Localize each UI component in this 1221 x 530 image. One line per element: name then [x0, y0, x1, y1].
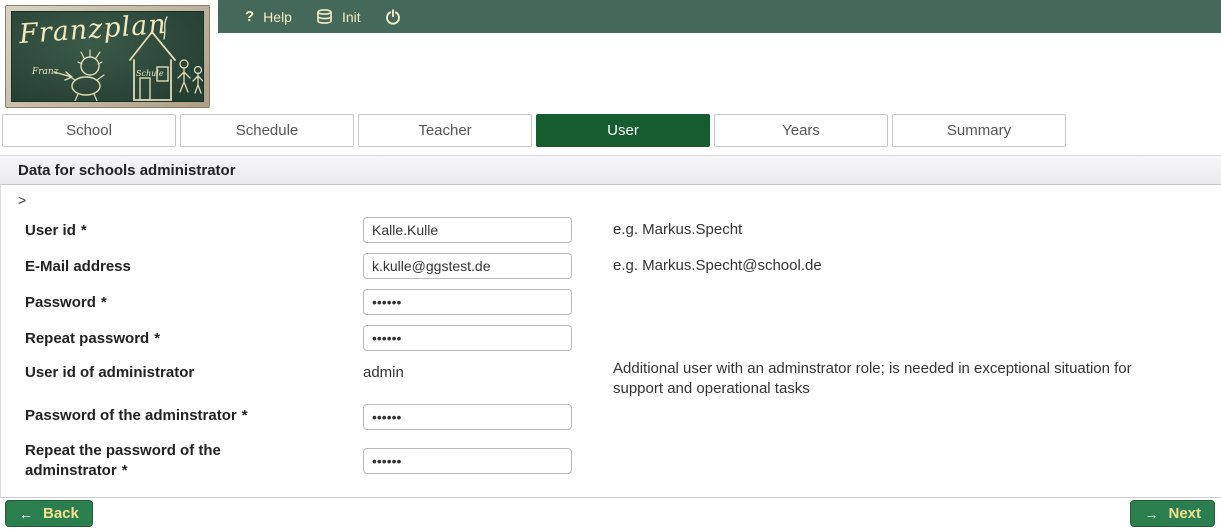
field-label-email: E-Mail address	[25, 257, 325, 277]
password-input[interactable]	[363, 289, 572, 315]
main-tabs: School Schedule Teacher User Years Summa…	[2, 114, 1066, 147]
admin-password-input[interactable]	[363, 404, 572, 430]
back-button[interactable]: ← Back	[5, 500, 93, 527]
field-label-repeat-password: Repeat password*	[25, 329, 325, 349]
content-left-border	[0, 185, 1, 497]
section-header: Data for schools administrator	[0, 155, 1221, 185]
admin-user-hint: Additional user with an adminstrator rol…	[613, 359, 1183, 399]
database-icon[interactable]	[316, 9, 333, 25]
back-arrow-icon: ←	[19, 506, 33, 522]
field-label-user-id: User id*	[25, 221, 325, 241]
footer-divider	[0, 497, 1221, 498]
tab-years[interactable]: Years	[714, 114, 888, 147]
required-mark: *	[154, 330, 160, 347]
house-roof	[130, 32, 175, 60]
franz-label: Franz	[31, 67, 59, 77]
required-mark: *	[81, 222, 87, 239]
help-icon[interactable]: ?	[245, 8, 254, 25]
required-mark: *	[101, 294, 107, 311]
email-input[interactable]	[363, 253, 572, 279]
repeat-password-input[interactable]	[363, 325, 572, 351]
repeat-admin-password-input[interactable]	[363, 448, 572, 474]
tab-teacher[interactable]: Teacher	[358, 114, 532, 147]
house-door	[140, 78, 150, 100]
field-label-password: Password*	[25, 293, 325, 313]
field-label-repeat-admin-password: Repeat the password of the adminstrator*	[25, 441, 325, 481]
user-id-input[interactable]	[363, 217, 572, 243]
user-id-hint: e.g. Markus.Specht	[613, 220, 1183, 240]
init-menu-item[interactable]: Init	[342, 9, 361, 25]
tab-schedule[interactable]: Schedule	[180, 114, 354, 147]
tab-user[interactable]: User	[536, 114, 710, 147]
section-title: Data for schools administrator	[18, 162, 236, 179]
field-label-admin-password: Password of the adminstrator*	[25, 406, 325, 426]
house-chimney-smoke	[164, 17, 167, 39]
admin-user-id-value: admin	[363, 364, 404, 381]
email-hint: e.g. Markus.Specht@school.de	[613, 256, 1183, 276]
schule-label: Schule	[136, 69, 164, 78]
field-label-admin-user-id: User id of administrator	[25, 363, 325, 383]
required-mark: *	[242, 407, 248, 424]
breadcrumb: >	[18, 192, 26, 208]
next-arrow-icon: →	[1144, 506, 1158, 522]
power-icon[interactable]	[385, 9, 401, 25]
tab-school[interactable]: School	[2, 114, 176, 147]
next-button[interactable]: → Next	[1130, 500, 1215, 527]
help-menu-item[interactable]: Help	[263, 9, 292, 25]
chalkboard: Franzplan Fra	[11, 11, 204, 102]
top-menu-bar: ? Help Init	[218, 0, 1221, 33]
franzplan-logo: Franzplan Fra	[5, 5, 210, 108]
tab-summary[interactable]: Summary	[892, 114, 1066, 147]
required-mark: *	[122, 462, 128, 479]
